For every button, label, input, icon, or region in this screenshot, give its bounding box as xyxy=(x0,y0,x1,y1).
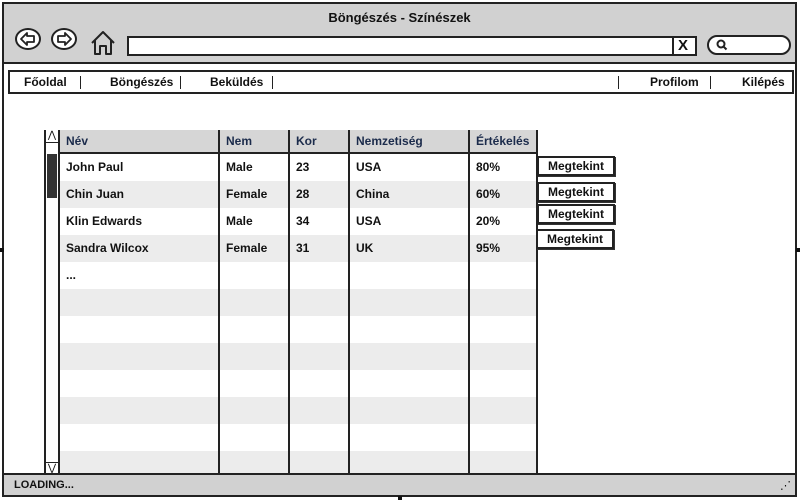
back-button[interactable] xyxy=(15,28,41,50)
empty-row xyxy=(60,289,536,316)
view-button[interactable]: Megtekint xyxy=(537,156,615,176)
table-row[interactable]: ... xyxy=(60,262,536,289)
cell-rating: 80% xyxy=(476,160,501,174)
empty-row xyxy=(60,370,536,397)
status-text: LOADING... xyxy=(14,479,74,491)
cell-age: 31 xyxy=(296,241,310,255)
cell-nationality: UK xyxy=(356,241,374,255)
table-header: Név Nem Kor Nemzetiség Értékelés xyxy=(60,130,536,154)
cell-rating: 20% xyxy=(476,214,501,228)
column-divider xyxy=(218,130,220,475)
home-button[interactable] xyxy=(90,30,116,56)
empty-row xyxy=(60,397,536,424)
resize-handle[interactable] xyxy=(0,248,4,252)
table-row[interactable]: Chin Juan Female 28 China 60% xyxy=(60,181,536,208)
cell-age: 23 xyxy=(296,160,310,174)
menu-item-logout[interactable]: Kilépés xyxy=(742,75,785,89)
empty-row xyxy=(60,424,536,451)
column-divider xyxy=(288,130,290,475)
menu-separator xyxy=(618,76,619,89)
home-icon xyxy=(91,31,115,55)
address-bar[interactable]: X xyxy=(127,36,697,56)
cell-name: John Paul xyxy=(66,160,124,174)
cell-age: 34 xyxy=(296,214,310,228)
browser-window: Böngészés - Színészek X Főoldal Böngészé… xyxy=(2,2,797,497)
column-divider xyxy=(348,130,350,475)
cell-name: Klin Edwards xyxy=(66,214,143,228)
menu-item-profile[interactable]: Profilom xyxy=(650,75,699,89)
cell-name: ... xyxy=(66,268,77,282)
cell-gender: Male xyxy=(226,214,253,228)
menu-item-home[interactable]: Főoldal xyxy=(24,75,67,89)
cell-nationality: USA xyxy=(356,214,382,228)
scroll-thumb[interactable] xyxy=(47,154,57,198)
status-bar: LOADING... ⋰ xyxy=(4,473,795,495)
cell-rating: 95% xyxy=(476,241,501,255)
cell-rating: 60% xyxy=(476,187,501,201)
column-header-rating[interactable]: Értékelés xyxy=(476,134,529,148)
cell-nationality: China xyxy=(356,187,390,201)
vertical-scrollbar[interactable]: ⋀ ⋁ xyxy=(46,130,60,475)
resize-handle[interactable] xyxy=(398,496,402,500)
resize-grip-icon[interactable]: ⋰ xyxy=(780,479,791,492)
cell-age: 28 xyxy=(296,187,310,201)
clear-url-button[interactable]: X xyxy=(672,38,692,54)
cell-nationality: USA xyxy=(356,160,382,174)
window-title: Böngészés - Színészek xyxy=(328,10,471,25)
column-header-age[interactable]: Kor xyxy=(296,134,317,148)
table-row[interactable]: Sandra Wilcox Female 31 UK 95% xyxy=(60,235,536,262)
title-bar: Böngészés - Színészek X xyxy=(4,4,795,64)
menu-bar: Főoldal Böngészés Beküldés Profilom Kilé… xyxy=(8,70,794,94)
menu-separator xyxy=(710,76,711,89)
cell-gender: Female xyxy=(226,187,268,201)
actors-table: ⋀ ⋁ Név Nem Kor Nemzetiség Értékelés Joh… xyxy=(44,130,538,475)
forward-button[interactable] xyxy=(51,28,77,50)
menu-separator xyxy=(272,76,273,89)
view-button[interactable]: Megtekint xyxy=(537,204,615,224)
view-button[interactable]: Megtekint xyxy=(536,229,614,249)
menu-separator xyxy=(180,76,181,89)
view-button[interactable]: Megtekint xyxy=(537,182,615,202)
arrow-right-icon xyxy=(57,32,72,46)
column-header-name[interactable]: Név xyxy=(66,134,88,148)
cell-name: Chin Juan xyxy=(66,187,125,201)
arrow-left-icon xyxy=(20,32,35,46)
column-header-gender[interactable]: Nem xyxy=(226,134,252,148)
scroll-up-icon[interactable]: ⋀ xyxy=(46,130,58,143)
cell-gender: Female xyxy=(226,241,268,255)
cell-gender: Male xyxy=(226,160,253,174)
empty-row xyxy=(60,451,536,475)
resize-handle[interactable] xyxy=(796,248,800,252)
column-header-nationality[interactable]: Nemzetiség xyxy=(356,134,423,148)
table-body: Név Nem Kor Nemzetiség Értékelés John Pa… xyxy=(60,130,536,475)
cell-name: Sandra Wilcox xyxy=(66,241,149,255)
table-row[interactable]: John Paul Male 23 USA 80% xyxy=(60,154,536,181)
column-divider xyxy=(468,130,470,475)
empty-row xyxy=(60,343,536,370)
menu-separator xyxy=(80,76,81,89)
menu-item-submit[interactable]: Beküldés xyxy=(210,75,263,89)
table-row[interactable]: Klin Edwards Male 34 USA 20% xyxy=(60,208,536,235)
search-icon xyxy=(716,39,728,51)
search-input[interactable] xyxy=(707,35,791,55)
empty-row xyxy=(60,316,536,343)
menu-item-browse[interactable]: Böngészés xyxy=(110,75,173,89)
